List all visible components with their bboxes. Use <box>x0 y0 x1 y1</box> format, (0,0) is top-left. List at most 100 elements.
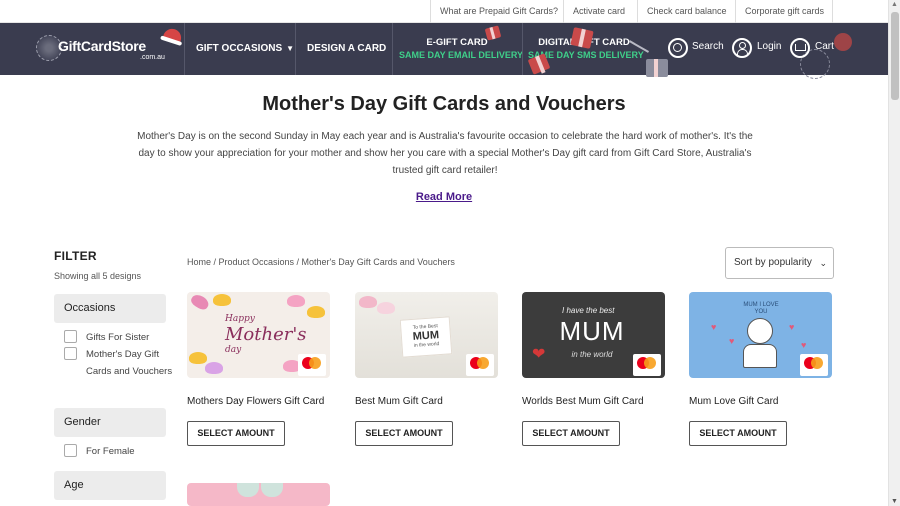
tulip-decoration <box>307 306 325 318</box>
select-amount-button[interactable]: SELECT AMOUNT <box>355 421 453 446</box>
card-art-line: I have the best <box>562 306 615 315</box>
nav-divider <box>522 23 523 75</box>
nav-egift-sub: SAME DAY EMAIL DELIVERY <box>399 50 524 60</box>
nav-divider <box>184 23 185 75</box>
tulip-decoration <box>189 352 207 364</box>
product-card: I have the best MUM in the world ❤ World… <box>522 292 665 446</box>
shoe-decoration <box>237 483 259 497</box>
filter-group-gender[interactable]: Gender <box>54 408 166 437</box>
link-check-balance[interactable]: Check card balance <box>637 0 735 23</box>
nav-divider <box>392 23 393 75</box>
search-icon[interactable] <box>668 38 688 58</box>
product-name[interactable]: Mum Love Gift Card <box>689 396 832 407</box>
product-image[interactable]: I have the best MUM in the world ❤ <box>522 292 665 378</box>
scroll-down-icon[interactable]: ▼ <box>891 498 898 505</box>
tulip-decoration <box>213 294 231 306</box>
card-art-text: Happy Mother's day <box>225 314 307 355</box>
filter-group-occasions[interactable]: Occasions <box>54 294 166 323</box>
nav-egift-card[interactable]: E-GIFT CARD SAME DAY EMAIL DELIVERY <box>399 37 524 61</box>
tulip-decoration <box>205 362 223 374</box>
card-art-line: Happy <box>225 314 255 324</box>
heart-icon: ♥ <box>789 322 795 332</box>
girl-illustration-body <box>743 344 777 368</box>
read-more-link[interactable]: Read More <box>0 191 888 203</box>
tulip-decoration <box>287 295 305 307</box>
checkbox-label: Gifts For Sister <box>86 332 150 343</box>
sort-select[interactable]: Sort by popularity ⌄ <box>725 247 834 279</box>
product-name[interactable]: Best Mum Gift Card <box>355 396 498 407</box>
card-art-line: MUM I LOVE YOU <box>743 302 779 315</box>
heart-icon: ♥ <box>729 336 735 346</box>
gift-box-icon <box>570 27 594 49</box>
product-card <box>187 483 330 506</box>
checkbox-gifts-for-sister[interactable] <box>64 330 77 343</box>
card-art-line: in the world <box>571 350 613 359</box>
utility-bar: What are Prepaid Gift Cards? Activate ca… <box>0 0 888 23</box>
checkbox-mothers-day[interactable] <box>64 347 77 360</box>
logo-text: GiftCardStore <box>58 38 146 54</box>
mastercard-logo <box>466 354 494 376</box>
link-prepaid-gift-cards[interactable]: What are Prepaid Gift Cards? <box>430 0 563 23</box>
ornament-icon <box>834 33 852 51</box>
card-art-line: day <box>225 345 242 355</box>
heart-icon: ♥ <box>801 340 807 350</box>
product-card: Happy Mother's day Mothers Day Flowers G… <box>187 292 330 446</box>
link-corporate-gift-cards[interactable]: Corporate gift cards <box>735 0 833 23</box>
checkbox-label: For Female <box>86 446 135 457</box>
product-card: MUM I LOVE YOU ♥ ♥ ♥ ♥ Mum Love Gift Car… <box>689 292 832 446</box>
nav-egift-title: E-GIFT CARD <box>426 37 488 48</box>
card-art-line: MUM <box>559 316 625 346</box>
intro-text: Mother's Day is on the second Sunday in … <box>137 131 753 176</box>
main-nav: GiftCardStore .com.au GIFT OCCASIONS ▼ DE… <box>0 23 888 79</box>
search-button[interactable]: Search <box>692 41 724 52</box>
shoe-decoration <box>261 483 283 497</box>
scroll-up-icon[interactable]: ▲ <box>891 1 898 8</box>
nav-design-card[interactable]: DESIGN A CARD <box>307 23 386 75</box>
product-image[interactable] <box>187 483 330 506</box>
product-name[interactable]: Mothers Day Flowers Gift Card <box>187 396 330 407</box>
checkbox-label: Mother's Day Gift Cards and Vouchers <box>86 349 173 377</box>
select-amount-button[interactable]: SELECT AMOUNT <box>522 421 620 446</box>
heart-icon: ♥ <box>711 322 717 332</box>
tulip-decoration <box>189 292 211 312</box>
product-card: To the Best MUM in the world Best Mum Gi… <box>355 292 498 446</box>
nav-gift-occasions[interactable]: GIFT OCCASIONS ▼ <box>196 23 294 75</box>
girl-illustration <box>747 318 773 344</box>
filter-group-age[interactable]: Age <box>54 471 166 500</box>
sort-selected: Sort by popularity <box>734 257 812 268</box>
page-title: Mother's Day Gift Cards and Vouchers <box>262 93 626 115</box>
mastercard-logo <box>298 354 326 376</box>
product-image[interactable]: MUM I LOVE YOU ♥ ♥ ♥ ♥ <box>689 292 832 378</box>
card-art-text: To the Best MUM in the world <box>399 316 453 358</box>
flower-decoration <box>359 296 377 308</box>
select-amount-button[interactable]: SELECT AMOUNT <box>187 421 285 446</box>
filter-heading: FILTER <box>54 249 97 263</box>
nav-gift-occasions-label: GIFT OCCASIONS <box>196 43 283 54</box>
flower-decoration <box>377 302 395 314</box>
logo-sub: .com.au <box>140 54 165 61</box>
mastercard-logo <box>633 354 661 376</box>
breadcrumb[interactable]: Home / Product Occasions / Mother's Day … <box>187 257 455 267</box>
user-icon[interactable] <box>732 38 752 58</box>
filter-count: Showing all 5 designs <box>54 271 142 281</box>
checkbox-for-female[interactable] <box>64 444 77 457</box>
link-activate-card[interactable]: Activate card <box>563 0 637 23</box>
login-button[interactable]: Login <box>757 41 781 52</box>
product-image[interactable]: To the Best MUM in the world <box>355 292 498 378</box>
heart-icon: ❤ <box>532 346 546 363</box>
select-amount-button[interactable]: SELECT AMOUNT <box>689 421 787 446</box>
product-image[interactable]: Happy Mother's day <box>187 292 330 378</box>
cart-icon[interactable] <box>790 38 810 58</box>
scrollbar-thumb[interactable] <box>891 12 899 100</box>
cart-button[interactable]: Cart <box>815 41 834 52</box>
nav-divider <box>295 23 296 75</box>
mastercard-logo <box>800 354 828 376</box>
site-logo[interactable]: GiftCardStore .com.au <box>36 26 184 69</box>
chevron-down-icon: ⌄ <box>819 258 827 268</box>
page-scrollbar[interactable]: ▲ ▼ <box>888 0 900 506</box>
card-art-line: Mother's <box>225 324 307 345</box>
gift-box-icon <box>646 59 668 77</box>
chevron-down-icon: ▼ <box>286 44 295 53</box>
santa-hat-icon <box>162 26 184 44</box>
product-name[interactable]: Worlds Best Mum Gift Card <box>522 396 665 407</box>
